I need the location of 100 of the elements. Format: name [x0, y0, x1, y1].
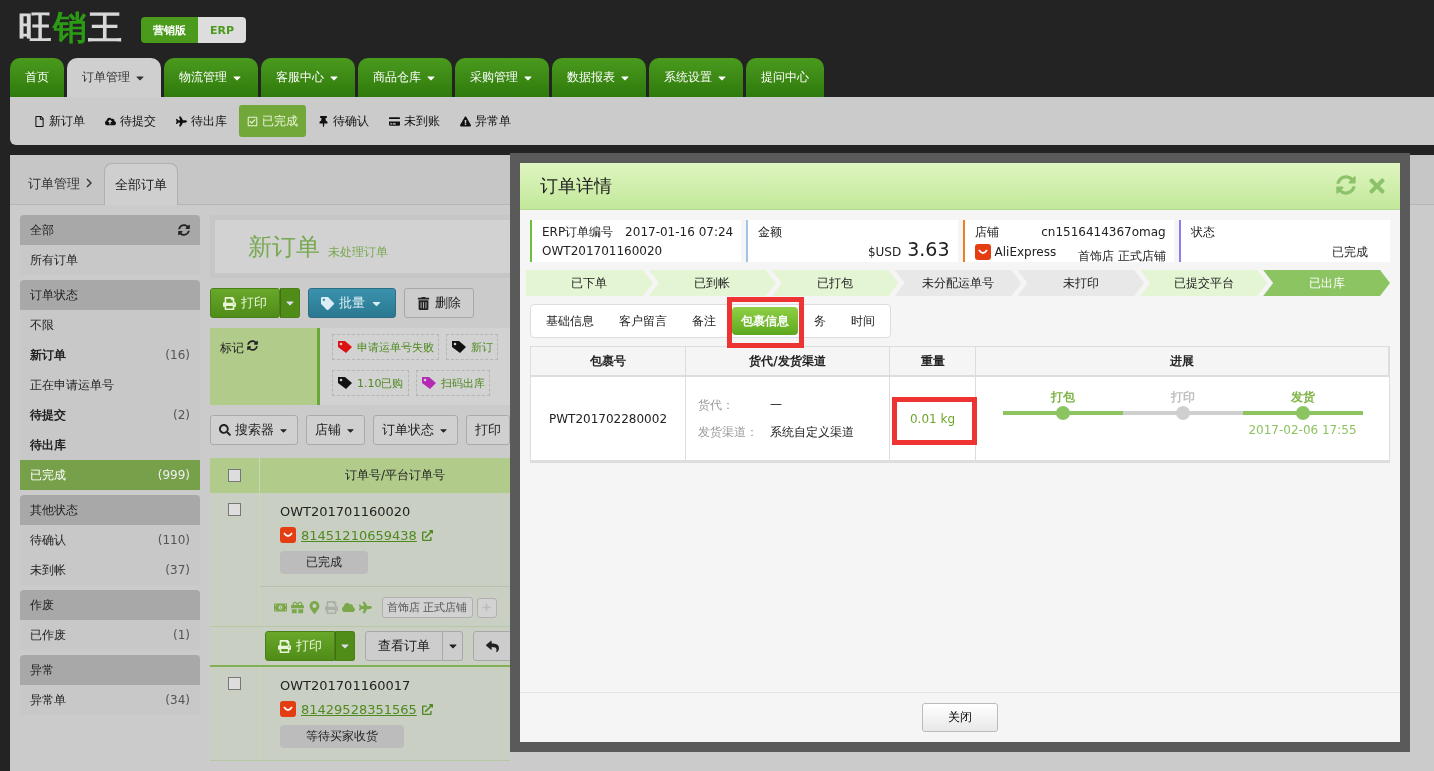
page-tab[interactable]: 全部订单 — [104, 163, 178, 205]
status-tab[interactable]: 待提交 — [97, 105, 164, 137]
warning-icon — [460, 115, 471, 127]
field-label: 货代： — [698, 396, 735, 414]
amount: 3.63 — [907, 238, 950, 260]
nav-tab[interactable]: 商品仓库 — [358, 58, 452, 97]
progress-step: 已提交平台 — [1140, 270, 1268, 296]
progress-label: 打印 — [1170, 388, 1195, 406]
status-tab[interactable]: 新订单 — [26, 105, 93, 137]
tag-icon — [321, 296, 334, 310]
column-header: 包裹号 — [531, 347, 686, 377]
filter-dropdown[interactable]: 打印 — [466, 415, 510, 445]
card-icon — [389, 115, 400, 127]
status-tab[interactable]: 未到账 — [381, 105, 448, 137]
forwarder-value: — — [770, 396, 783, 413]
tag-icon — [337, 376, 353, 390]
store-name: 首饰店 正式店铺 — [1077, 248, 1166, 265]
progress-dot — [1295, 405, 1310, 420]
detail-tab[interactable]: 时间 — [842, 307, 884, 335]
status-pill: 等待买家收货 — [280, 725, 404, 748]
nav-tab[interactable]: 提问中心 — [746, 58, 824, 97]
checkbox[interactable] — [228, 677, 241, 690]
page-title: 新订单 — [248, 232, 320, 263]
refresh-icon[interactable] — [247, 340, 258, 351]
column-header: 订单号/平台订单号 — [343, 467, 446, 484]
dropdown-button[interactable] — [280, 288, 300, 318]
edition-tab[interactable]: 营销版 — [141, 17, 198, 43]
progress-step: 未打印 — [1017, 270, 1145, 296]
item-count: (37) — [165, 563, 190, 577]
detail-tab[interactable]: 客户留言 — [610, 307, 676, 335]
store-tag: 首饰店 正式店铺 — [382, 597, 473, 618]
card-label: 店铺 — [974, 224, 999, 241]
progress-dot — [1055, 405, 1070, 420]
search-icon — [219, 424, 231, 436]
dropdown-button[interactable] — [443, 631, 463, 661]
card-value: 已完成 — [1332, 244, 1368, 261]
status-tab[interactable]: 待出库 — [168, 105, 235, 137]
progress-step: 已打包 — [771, 270, 899, 296]
channel-value: 系统自定义渠道 — [770, 423, 855, 441]
column-header: 进展 — [976, 347, 1389, 377]
nav-tab[interactable]: 系统设置 — [649, 58, 743, 97]
nav-tab[interactable]: 客服中心 — [261, 58, 355, 97]
sidebar-title: 其他状态 — [30, 501, 78, 519]
marks-label: 标记 — [220, 340, 244, 357]
breadcrumb-link[interactable]: 订单管理 — [28, 174, 80, 193]
close-button[interactable]: 关闭 — [922, 703, 998, 732]
sidebar-title: 全部 — [30, 221, 54, 239]
sidebar-title: 异常 — [30, 661, 54, 679]
nav-tab[interactable]: 物流管理 — [164, 58, 258, 97]
item-count: (110) — [157, 533, 190, 547]
progress-step: 已出库 — [1263, 270, 1390, 296]
detail-tab[interactable]: 备注 — [683, 307, 725, 335]
status-tab[interactable]: 异常单 — [452, 105, 519, 137]
order-number: OWT201701160017 — [280, 678, 412, 693]
file-icon — [34, 115, 45, 127]
view-order-button[interactable]: 查看订单 — [365, 631, 443, 661]
refresh-icon[interactable] — [178, 224, 190, 236]
status-tab[interactable]: 待确认 — [310, 105, 377, 137]
aliexpress-icon — [280, 701, 296, 717]
undo-button[interactable] — [473, 631, 510, 661]
pin-icon — [318, 115, 329, 127]
checkbox[interactable] — [228, 469, 241, 482]
detail-tab[interactable]: 务 — [805, 307, 835, 335]
external-link-icon[interactable] — [421, 703, 433, 715]
filter-dropdown[interactable]: 搜索器 — [210, 415, 298, 445]
progress-date: 2017-02-06 17:55 — [1248, 422, 1357, 437]
detail-tab[interactable]: 基础信息 — [537, 307, 603, 335]
item-count: (1) — [173, 628, 190, 642]
currency: $USD — [867, 245, 902, 259]
column-header: 货代/发货渠道 — [686, 347, 890, 377]
nav-tab[interactable]: 订单管理 — [67, 58, 161, 97]
external-link-icon[interactable] — [421, 529, 433, 541]
tag-icon — [451, 340, 467, 354]
dialog-title: 订单详情 — [540, 174, 612, 198]
nav-tab[interactable]: 采购管理 — [455, 58, 549, 97]
undo-icon — [486, 639, 499, 653]
status-pill: 已完成 — [280, 551, 368, 574]
dropdown-button[interactable] — [335, 631, 355, 661]
trash-icon — [417, 296, 430, 310]
platform-name: AliExpress — [994, 245, 1057, 259]
delete-button[interactable]: 删除 — [404, 288, 474, 318]
progress-step: 已到帐 — [648, 270, 776, 296]
batch-button[interactable]: 批量 — [308, 288, 396, 318]
checkbox-icon — [247, 115, 258, 127]
filter-dropdown[interactable]: 订单状态 — [373, 415, 458, 445]
item-count: (34) — [165, 693, 190, 707]
cloud-upload-icon — [105, 115, 116, 127]
package-number: PWT201702280002 — [548, 411, 668, 426]
printer-icon — [278, 639, 291, 653]
nav-tab[interactable]: 首页 — [10, 58, 64, 97]
filter-dropdown[interactable]: 店铺 — [306, 415, 365, 445]
page-subtitle: 未处理订单 — [328, 244, 388, 261]
progress-label: 打包 — [1050, 388, 1075, 406]
progress-dot — [1175, 405, 1190, 420]
item-count: (16) — [165, 348, 190, 362]
checkbox[interactable] — [228, 503, 241, 516]
nav-tab[interactable]: 数据报表 — [552, 58, 646, 97]
weight-value: 0.01 kg — [909, 411, 956, 426]
item-count: (2) — [173, 408, 190, 422]
card-label: 金额 — [758, 224, 783, 241]
